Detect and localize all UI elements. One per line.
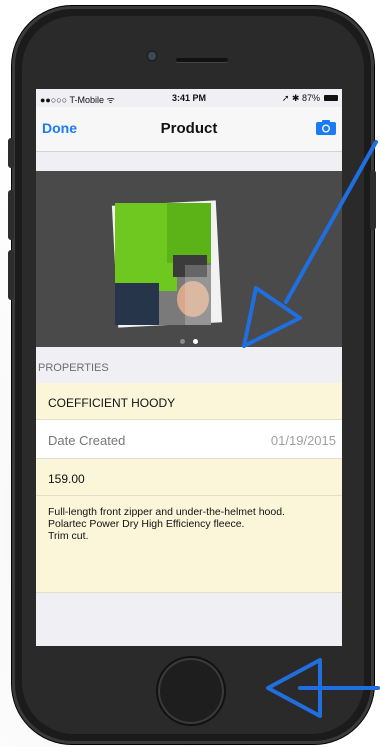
annotation-arrows <box>242 140 380 718</box>
arrow-to-home-button <box>266 658 380 718</box>
arrow-to-gallery <box>242 140 378 348</box>
